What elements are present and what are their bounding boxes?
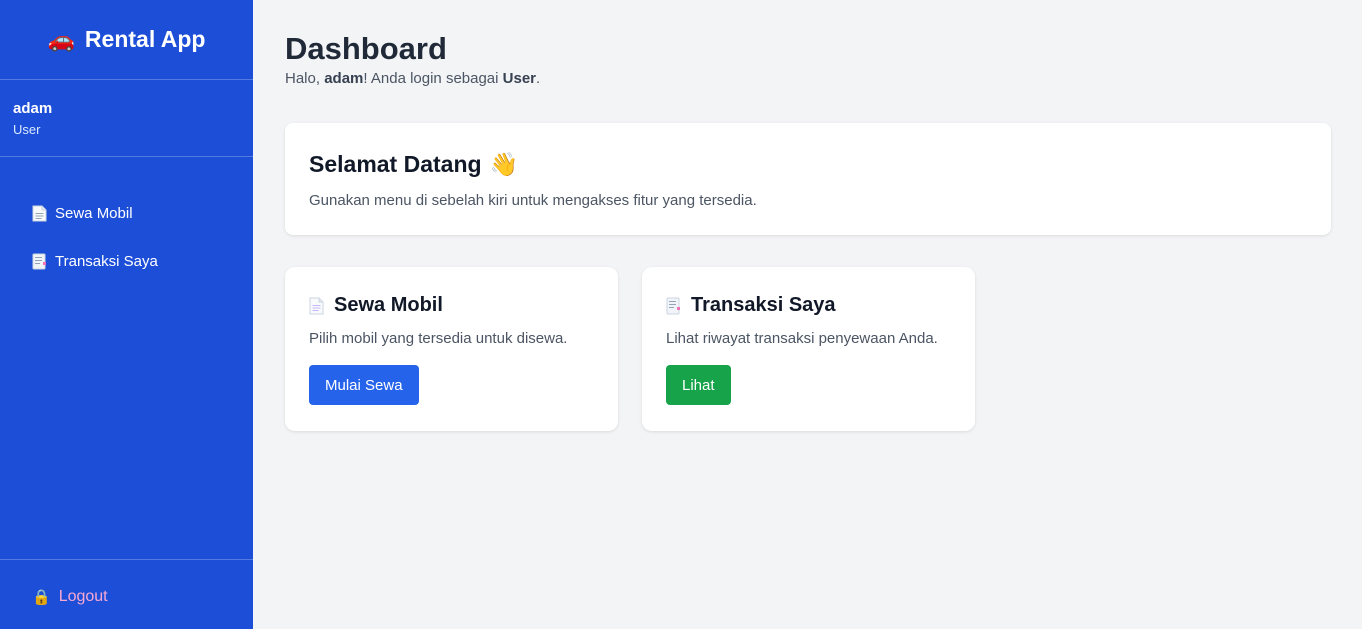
logout-label: Logout [58, 588, 108, 605]
greeting-role: User [502, 70, 537, 87]
document-icon [309, 297, 324, 315]
logout-area: 🔒 Logout [0, 559, 253, 629]
card-sewa-mobil: Sewa Mobil Pilih mobil yang tersedia unt… [285, 267, 618, 431]
sidebar-item-label: Transaksi Saya [55, 252, 158, 270]
sidebar-item-transaksi-saya[interactable]: Transaksi Saya [0, 237, 253, 285]
card-description: Pilih mobil yang tersedia untuk disewa. [309, 330, 568, 347]
card-title-text: Transaksi Saya [691, 294, 836, 316]
user-name: adam [13, 100, 53, 117]
receipt-icon [666, 297, 681, 315]
user-role: User [13, 122, 41, 137]
mulai-sewa-button[interactable]: Mulai Sewa [309, 365, 419, 405]
welcome-description: Gunakan menu di sebelah kiri untuk menga… [309, 192, 757, 209]
page-title: Dashboard [285, 31, 447, 66]
lock-icon: 🔒 [32, 589, 51, 606]
greeting-user: adam [324, 70, 364, 87]
lihat-button[interactable]: Lihat [666, 365, 731, 405]
brand[interactable]: 🚗 Rental App [0, 0, 253, 80]
card-title: Sewa Mobil [309, 294, 594, 317]
welcome-title-text: Selamat Datang [309, 151, 482, 177]
card-title-text: Sewa Mobil [334, 294, 443, 316]
sidebar: 🚗 Rental App adam User Sewa Mobil Transa… [0, 0, 253, 629]
greeting-suffix: . [536, 70, 541, 87]
greeting-text: Halo, adam! Anda login sebagai User. [285, 70, 540, 87]
sidebar-item-label: Sewa Mobil [55, 204, 133, 222]
card-title: Transaksi Saya [666, 294, 951, 317]
welcome-title: Selamat Datang 👋 [309, 151, 1307, 178]
user-info: adam User [0, 80, 253, 157]
sidebar-nav: Sewa Mobil Transaksi Saya [0, 157, 253, 285]
waving-hand-icon: 👋 [489, 151, 519, 177]
greeting-prefix: Halo, [285, 70, 325, 87]
sidebar-item-sewa-mobil[interactable]: Sewa Mobil [0, 189, 253, 237]
receipt-icon [32, 253, 47, 270]
car-icon: 🚗 [47, 26, 75, 52]
brand-name: Rental App [84, 26, 206, 52]
document-icon [32, 205, 47, 222]
card-description: Lihat riwayat transaksi penyewaan Anda. [666, 330, 938, 347]
greeting-middle: ! Anda login sebagai [363, 70, 503, 87]
welcome-card: Selamat Datang 👋 Gunakan menu di sebelah… [285, 123, 1331, 235]
logout-link[interactable]: 🔒 Logout [0, 560, 253, 629]
card-transaksi-saya: Transaksi Saya Lihat riwayat transaksi p… [642, 267, 975, 431]
